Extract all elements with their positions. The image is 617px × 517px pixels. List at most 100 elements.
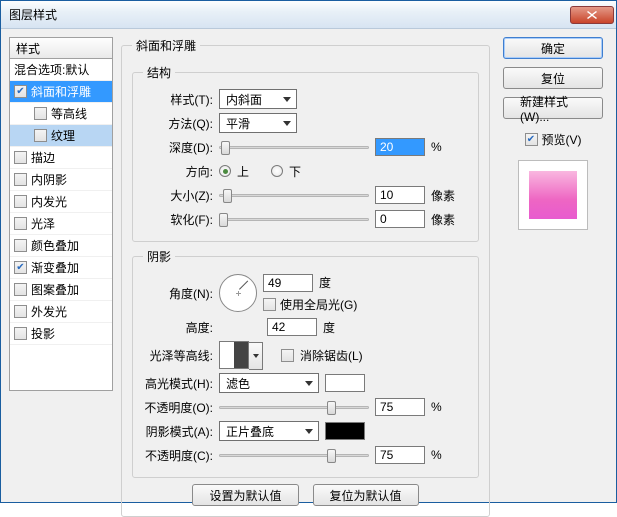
button-label: 复位	[541, 70, 565, 87]
depth-slider[interactable]	[219, 140, 369, 154]
checkbox-icon[interactable]	[14, 283, 27, 296]
newstyle-button[interactable]: 新建样式(W)...	[503, 97, 603, 119]
styles-header-label: 样式	[16, 40, 40, 57]
direction-up-radio[interactable]	[219, 165, 231, 177]
bevel-legend: 斜面和浮雕	[132, 37, 200, 54]
chevron-down-icon	[302, 376, 316, 390]
shadow-opacity-input[interactable]: 75	[375, 446, 425, 464]
shadow-color-swatch[interactable]	[325, 422, 365, 440]
altitude-unit: 度	[323, 319, 335, 336]
cancel-button[interactable]: 复位	[503, 67, 603, 89]
sidebar-item-contour[interactable]: 等高线	[10, 103, 112, 125]
sidebar-item-stroke[interactable]: 描边	[10, 147, 112, 169]
titlebar[interactable]: 图层样式	[1, 1, 616, 29]
gloss-contour-picker[interactable]	[219, 341, 249, 369]
style-select[interactable]: 内斜面	[219, 89, 297, 109]
close-icon	[587, 11, 597, 19]
chevron-down-icon	[302, 424, 316, 438]
angle-input[interactable]: 49	[263, 274, 313, 292]
angle-unit: 度	[319, 274, 331, 291]
preview-checkbox[interactable]	[525, 133, 538, 146]
direction-down-label: 下	[289, 163, 301, 180]
sidebar-item-texture[interactable]: 纹理	[10, 125, 112, 147]
select-value: 滤色	[226, 375, 250, 392]
highlight-opacity-slider[interactable]	[219, 400, 369, 414]
checkbox-icon[interactable]	[34, 107, 47, 120]
sidebar-item-innerglow[interactable]: 内发光	[10, 191, 112, 213]
altitude-input[interactable]: 42	[267, 318, 317, 336]
soften-slider[interactable]	[219, 212, 369, 226]
shadow-mode-select[interactable]: 正片叠底	[219, 421, 319, 441]
sidebar-item-outerglow[interactable]: 外发光	[10, 301, 112, 323]
right-panel: 确定 复位 新建样式(W)... 预览(V)	[498, 37, 608, 494]
method-label: 方法(Q):	[143, 115, 213, 132]
highlight-mode-label: 高光模式(H):	[143, 375, 213, 392]
button-label: 复位为默认值	[330, 487, 402, 504]
antialias-checkbox[interactable]	[281, 349, 294, 362]
global-light-label: 使用全局光(G)	[280, 296, 357, 313]
styles-listbox[interactable]: 混合选项:默认 斜面和浮雕 等高线 纹理 描边 内阴影 内发光 光泽 颜色叠加 …	[9, 59, 113, 391]
highlight-mode-select[interactable]: 滤色	[219, 373, 319, 393]
preview-box	[518, 160, 588, 230]
checkbox-icon[interactable]	[14, 239, 27, 252]
sidebar-item-gradientoverlay[interactable]: 渐变叠加	[10, 257, 112, 279]
close-button[interactable]	[570, 6, 614, 24]
checkbox-icon[interactable]	[14, 305, 27, 318]
highlight-opacity-label: 不透明度(O):	[143, 399, 213, 416]
center-panel: 斜面和浮雕 结构 样式(T): 内斜面 方法(Q): 平滑 深度(D):	[121, 37, 490, 494]
sidebar-item-bevel[interactable]: 斜面和浮雕	[10, 81, 112, 103]
style-label: 样式(T):	[143, 91, 213, 108]
dialog-window: 图层样式 样式 混合选项:默认 斜面和浮雕 等高线 纹理 描边 内阴影 内发光 …	[0, 0, 617, 503]
checkbox-icon[interactable]	[14, 85, 27, 98]
checkbox-icon[interactable]	[14, 327, 27, 340]
shadow-mode-label: 阴影模式(A):	[143, 423, 213, 440]
angle-label: 角度(N):	[143, 285, 213, 302]
preview-label: 预览(V)	[542, 131, 582, 148]
sidebar-item-patternoverlay[interactable]: 图案叠加	[10, 279, 112, 301]
sidebar-item-label: 外发光	[31, 303, 67, 320]
checkbox-icon[interactable]	[34, 129, 47, 142]
highlight-opacity-input[interactable]: 75	[375, 398, 425, 416]
sidebar-item-label: 内阴影	[31, 171, 67, 188]
size-input[interactable]: 10	[375, 186, 425, 204]
button-label: 确定	[541, 40, 565, 57]
checkbox-icon[interactable]	[14, 195, 27, 208]
sidebar-item-coloroverlay[interactable]: 颜色叠加	[10, 235, 112, 257]
checkbox-icon[interactable]	[14, 261, 27, 274]
select-value: 内斜面	[226, 91, 262, 108]
chevron-down-icon[interactable]	[249, 342, 263, 370]
sidebar-item-satin[interactable]: 光泽	[10, 213, 112, 235]
sidebar-item-label: 投影	[31, 325, 55, 342]
sidebar-item-innershadow[interactable]: 内阴影	[10, 169, 112, 191]
sidebar-item-label: 光泽	[31, 215, 55, 232]
direction-down-radio[interactable]	[271, 165, 283, 177]
structure-group: 结构 样式(T): 内斜面 方法(Q): 平滑 深度(D): 20	[132, 64, 479, 242]
styles-sidebar: 样式 混合选项:默认 斜面和浮雕 等高线 纹理 描边 内阴影 内发光 光泽 颜色…	[9, 37, 113, 494]
sidebar-item-label: 描边	[31, 149, 55, 166]
global-light-checkbox[interactable]	[263, 298, 276, 311]
window-title: 图层样式	[9, 6, 57, 23]
angle-dial[interactable]	[219, 274, 257, 312]
shadow-opacity-slider[interactable]	[219, 448, 369, 462]
structure-legend: 结构	[143, 64, 175, 81]
styles-header: 样式	[9, 37, 113, 59]
shadow-opacity-unit: %	[431, 448, 442, 462]
sidebar-item-label: 图案叠加	[31, 281, 79, 298]
ok-button[interactable]: 确定	[503, 37, 603, 59]
checkbox-icon[interactable]	[14, 151, 27, 164]
size-slider[interactable]	[219, 188, 369, 202]
sidebar-item-blend[interactable]: 混合选项:默认	[10, 59, 112, 81]
depth-unit: %	[431, 140, 442, 154]
checkbox-icon[interactable]	[14, 217, 27, 230]
sidebar-item-dropshadow[interactable]: 投影	[10, 323, 112, 345]
soften-input[interactable]: 0	[375, 210, 425, 228]
direction-label: 方向:	[143, 163, 213, 180]
sidebar-item-label: 颜色叠加	[31, 237, 79, 254]
method-select[interactable]: 平滑	[219, 113, 297, 133]
checkbox-icon[interactable]	[14, 173, 27, 186]
sidebar-item-label: 内发光	[31, 193, 67, 210]
bevel-group: 斜面和浮雕 结构 样式(T): 内斜面 方法(Q): 平滑 深度(D):	[121, 37, 490, 517]
depth-input[interactable]: 20	[375, 138, 425, 156]
gloss-label: 光泽等高线:	[143, 347, 213, 364]
highlight-color-swatch[interactable]	[325, 374, 365, 392]
